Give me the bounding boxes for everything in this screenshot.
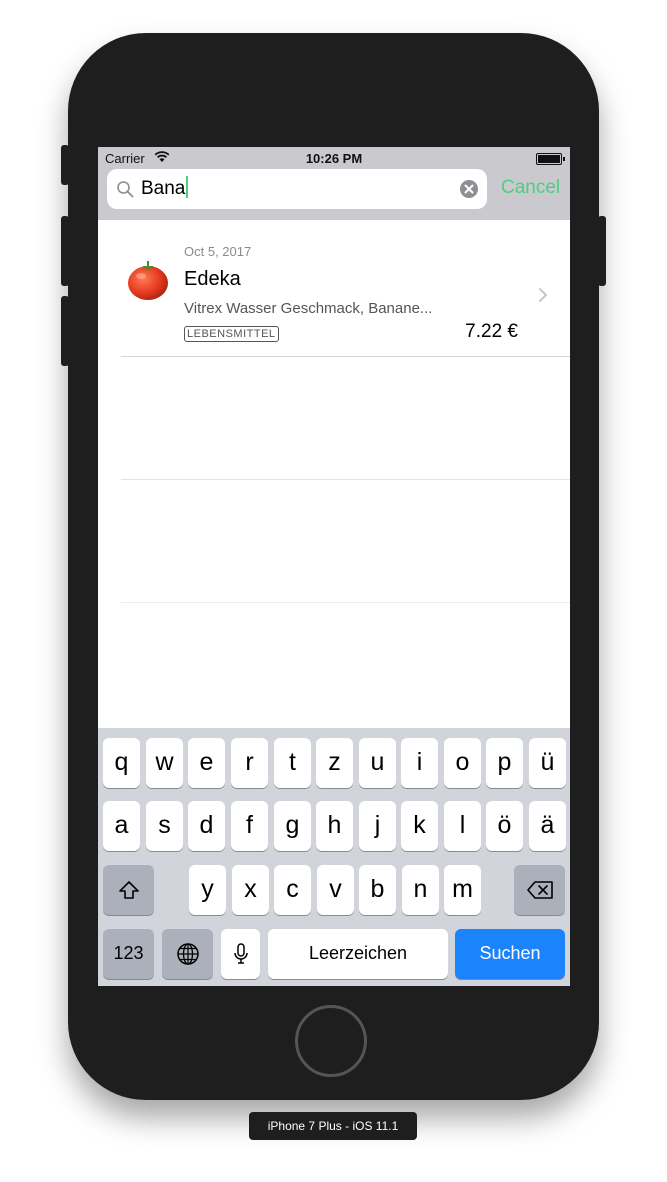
key-p[interactable]: p — [486, 738, 523, 788]
volume-up-button — [61, 216, 69, 286]
tomato-icon — [128, 261, 168, 300]
mute-switch — [61, 145, 69, 185]
backspace-icon — [526, 881, 553, 899]
key-f[interactable]: f — [231, 801, 268, 851]
key-y[interactable]: y — [189, 865, 226, 915]
row-separator — [121, 602, 570, 603]
category-badge: LEBENSMITTEL — [184, 326, 279, 342]
shift-icon — [118, 881, 139, 899]
search-field[interactable]: Bana — [107, 169, 487, 209]
row-separator — [121, 356, 570, 357]
search-input[interactable]: Bana — [141, 176, 441, 202]
result-store: Edeka — [184, 268, 241, 290]
key-h[interactable]: h — [316, 801, 353, 851]
key-n[interactable]: n — [402, 865, 439, 915]
key-r[interactable]: r — [231, 738, 268, 788]
backspace-key[interactable] — [514, 865, 565, 915]
result-row[interactable]: Oct 5, 2017 Edeka Vitrex Wasser Geschmac… — [98, 220, 570, 356]
key-m[interactable]: m — [444, 865, 481, 915]
key-d[interactable]: d — [188, 801, 225, 851]
key-v[interactable]: v — [317, 865, 354, 915]
clear-icon[interactable] — [459, 179, 479, 199]
battery-icon — [536, 153, 565, 165]
key-c[interactable]: c — [274, 865, 311, 915]
row-separator — [121, 479, 570, 480]
device-label: iPhone 7 Plus - iOS 11.1 — [249, 1112, 417, 1140]
space-key[interactable]: Leerzeichen — [268, 929, 448, 979]
key-g[interactable]: g — [274, 801, 311, 851]
screen: Carrier 10:26 PM Bana Cancel Oct 5, 2017… — [98, 147, 570, 986]
search-key[interactable]: Suchen — [455, 929, 565, 979]
key-a-umlaut[interactable]: ä — [529, 801, 566, 851]
search-query: Bana — [141, 178, 186, 199]
search-bar: Bana Cancel — [98, 169, 570, 220]
key-u[interactable]: u — [359, 738, 396, 788]
key-s[interactable]: s — [146, 801, 183, 851]
key-a[interactable]: a — [103, 801, 140, 851]
globe-icon — [176, 943, 199, 965]
key-b[interactable]: b — [359, 865, 396, 915]
cancel-button[interactable]: Cancel — [501, 177, 560, 199]
key-o-umlaut[interactable]: ö — [486, 801, 523, 851]
text-caret — [186, 176, 189, 198]
key-l[interactable]: l — [444, 801, 481, 851]
key-q[interactable]: q — [103, 738, 140, 788]
globe-key[interactable] — [162, 929, 213, 979]
key-t[interactable]: t — [274, 738, 311, 788]
key-u-umlaut[interactable]: ü — [529, 738, 566, 788]
key-w[interactable]: w — [146, 738, 183, 788]
keyboard: q w e r t z u i o p ü a s d f g h j k l … — [98, 728, 570, 986]
key-i[interactable]: i — [401, 738, 438, 788]
key-x[interactable]: x — [232, 865, 269, 915]
key-z[interactable]: z — [316, 738, 353, 788]
key-o[interactable]: o — [444, 738, 481, 788]
status-bar: Carrier 10:26 PM — [98, 147, 570, 169]
numbers-key[interactable]: 123 — [103, 929, 154, 979]
search-icon — [117, 181, 134, 198]
dictation-key[interactable] — [221, 929, 260, 979]
shift-key[interactable] — [103, 865, 154, 915]
result-date: Oct 5, 2017 — [184, 244, 252, 259]
status-time: 10:26 PM — [305, 151, 363, 166]
home-button[interactable] — [295, 1005, 367, 1077]
result-price: 7.22 € — [465, 321, 518, 342]
result-items: Vitrex Wasser Geschmack, Banane... — [184, 300, 433, 317]
power-button — [598, 216, 606, 286]
volume-down-button — [61, 296, 69, 366]
key-k[interactable]: k — [401, 801, 438, 851]
key-e[interactable]: e — [188, 738, 225, 788]
chevron-right-icon — [539, 288, 547, 302]
key-j[interactable]: j — [359, 801, 396, 851]
microphone-icon — [233, 943, 248, 964]
